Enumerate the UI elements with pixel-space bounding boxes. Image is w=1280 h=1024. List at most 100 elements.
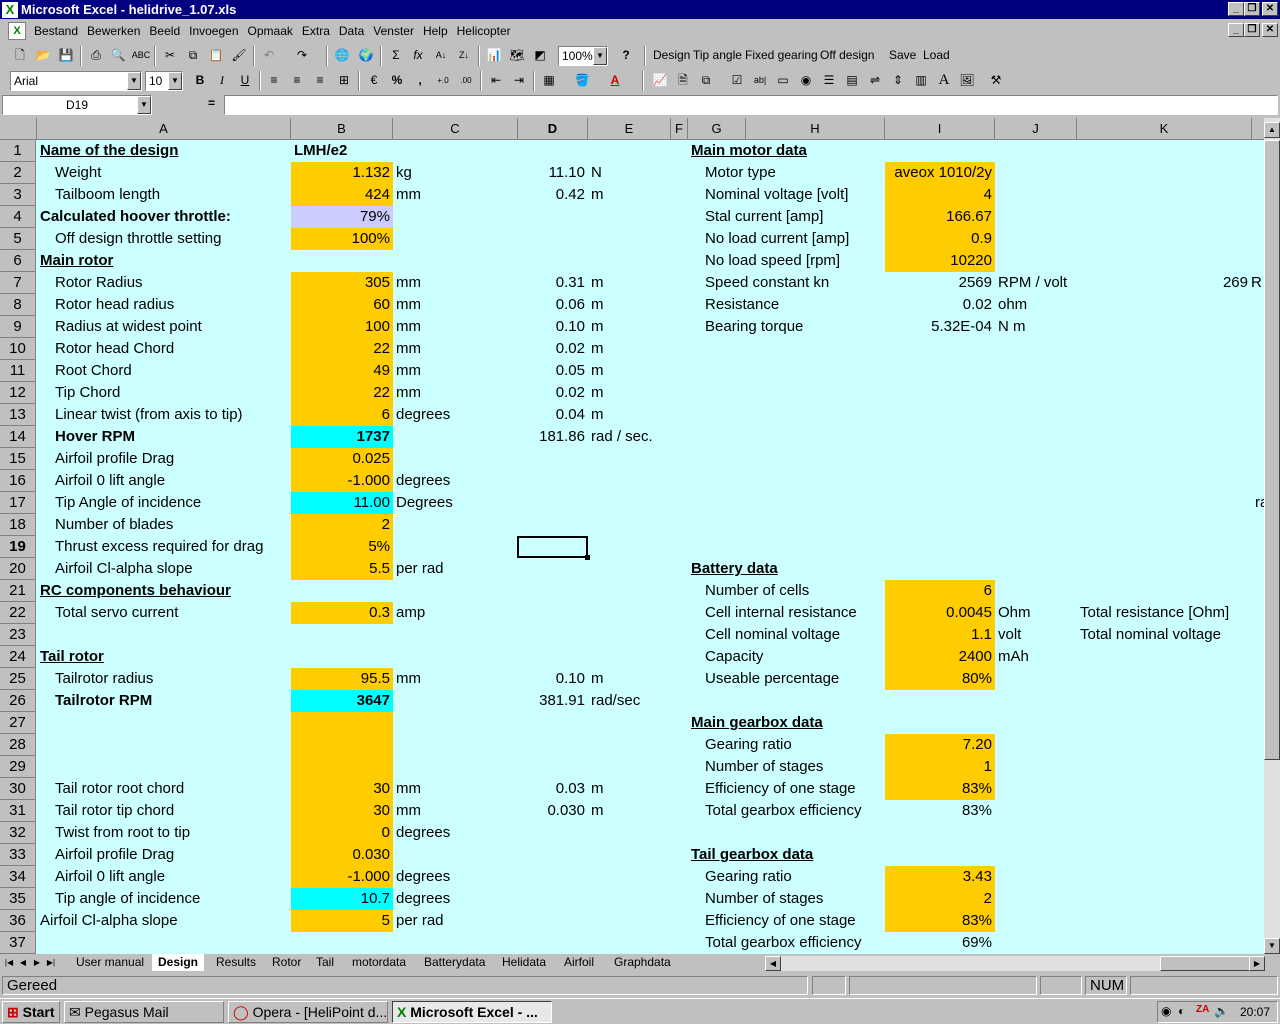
label-control-icon[interactable]: A — [934, 71, 954, 90]
cell-e12[interactable]: m — [588, 382, 671, 404]
scrollbar-control-icon[interactable]: ▥ — [911, 71, 931, 90]
map-icon[interactable]: 🗺 — [507, 46, 527, 65]
font-size-select[interactable]: 10 ▼ — [145, 71, 183, 91]
cell-d8[interactable]: 0.06 — [518, 294, 588, 316]
cell-e31[interactable]: m — [588, 800, 671, 822]
cell-i7[interactable]: 2569 — [885, 272, 995, 294]
cell-c3[interactable]: mm — [393, 184, 518, 206]
cell-b15[interactable]: 0.025 — [291, 448, 393, 470]
cell-b32[interactable]: 0 — [291, 822, 393, 844]
button-control-icon[interactable]: ▭ — [773, 71, 793, 90]
forms-code-icon[interactable]: ⧉ — [696, 71, 716, 90]
cell-d9[interactable]: 0.10 — [518, 316, 588, 338]
macro-off-design-button[interactable]: Off design — [820, 48, 874, 62]
cell-b18[interactable]: 2 — [291, 514, 393, 536]
comma-style-icon[interactable]: , — [410, 71, 430, 90]
cell-e3[interactable]: m — [588, 184, 671, 206]
cell-c10[interactable]: mm — [393, 338, 518, 360]
cell-e26[interactable]: rad/sec — [588, 690, 671, 712]
start-button[interactable]: ⊞ Start — [2, 1001, 60, 1023]
cell-b25[interactable]: 95.5 — [291, 668, 393, 690]
option-button-icon[interactable]: ◉ — [796, 71, 816, 90]
cell-a20[interactable]: Airfoil Cl-alpha slope — [52, 558, 291, 580]
cell-h29[interactable]: Number of stages — [702, 756, 885, 778]
doc-restore-icon[interactable]: ❐ — [1244, 23, 1260, 37]
cell-c16[interactable]: degrees — [393, 470, 518, 492]
cell-h7[interactable]: Speed constant kn — [702, 272, 885, 294]
merge-center-icon[interactable]: ⊞ — [334, 71, 354, 90]
cell-a5[interactable]: Off design throttle setting — [52, 228, 291, 250]
menu-extra[interactable]: Extra — [298, 24, 335, 38]
cell-d25[interactable]: 0.10 — [518, 668, 588, 690]
column-header-e[interactable]: E — [588, 118, 671, 140]
tab-tail[interactable]: Tail — [310, 954, 340, 971]
cell-c2[interactable]: kg — [393, 162, 518, 184]
cell-j7[interactable]: RPM / volt — [995, 272, 1077, 294]
cell-b20[interactable]: 5.5 — [291, 558, 393, 580]
network-icon[interactable]: ◉ — [1161, 1004, 1171, 1018]
menu-venster[interactable]: Venster — [369, 24, 419, 38]
speaker-icon[interactable]: 🔈 — [1214, 1004, 1229, 1018]
cell-i23[interactable]: 1.1 — [885, 624, 995, 646]
cell-c13[interactable]: degrees — [393, 404, 518, 426]
cell-a11[interactable]: Root Chord — [52, 360, 291, 382]
cell-e30[interactable]: m — [588, 778, 671, 800]
chevron-down-icon[interactable]: ▼ — [168, 72, 182, 90]
cell-c30[interactable]: mm — [393, 778, 518, 800]
cell-b19[interactable]: 5% — [291, 536, 393, 558]
first-sheet-icon[interactable]: |◀ — [2, 956, 16, 970]
macro-fixed-gearing-button[interactable]: Fixed gearing — [745, 48, 818, 62]
doc-minimize-icon[interactable]: _ — [1228, 23, 1244, 37]
row-header-10[interactable]: 10 — [0, 338, 36, 360]
chart-wizard-icon[interactable]: 📊 — [484, 46, 504, 65]
row-header-33[interactable]: 33 — [0, 844, 36, 866]
cell-a19[interactable]: Thrust excess required for drag — [52, 536, 291, 558]
decrease-indent-icon[interactable]: ⇤ — [486, 71, 506, 90]
sort-descending-icon[interactable]: Z↓ — [454, 46, 474, 65]
cell-i34[interactable]: 3.43 — [885, 866, 995, 888]
next-sheet-icon[interactable]: ▶ — [30, 956, 44, 970]
cell-c9[interactable]: mm — [393, 316, 518, 338]
cell-b31[interactable]: 30 — [291, 800, 393, 822]
cell-i36[interactable]: 83% — [885, 910, 995, 932]
tab-motordata[interactable]: motordata — [346, 954, 412, 971]
cell-h30[interactable]: Efficiency of one stage — [702, 778, 885, 800]
cell-e14[interactable]: rad / sec. — [588, 426, 671, 448]
undo-icon[interactable]: ↶ — [259, 46, 279, 65]
chevron-down-icon[interactable]: ▼ — [593, 47, 607, 65]
tab-helidata[interactable]: Helidata — [496, 954, 552, 971]
row-header-36[interactable]: 36 — [0, 910, 36, 932]
task-microsoft-excel[interactable]: X Microsoft Excel - ... — [392, 1001, 552, 1023]
formula-input[interactable] — [224, 95, 1278, 115]
cell-d3[interactable]: 0.42 — [518, 184, 588, 206]
sort-ascending-icon[interactable]: A↓ — [431, 46, 451, 65]
cell-h6[interactable]: No load speed [rpm] — [702, 250, 885, 272]
cell-a22[interactable]: Total servo current — [52, 602, 291, 624]
cell-i28[interactable]: 7.20 — [885, 734, 995, 756]
scroll-left-icon[interactable]: ◀ — [765, 956, 781, 971]
redo-icon[interactable]: ↷ — [292, 46, 312, 65]
cell-c20[interactable]: per rad — [393, 558, 518, 580]
cell-c17[interactable]: Degrees — [393, 492, 518, 514]
menu-opmaak[interactable]: Opmaak — [244, 24, 298, 38]
align-left-icon[interactable]: ≡ — [264, 71, 284, 90]
cell-h31[interactable]: Total gearbox efficiency — [702, 800, 885, 822]
cell-i2[interactable]: aveox 1010/2y — [885, 162, 995, 184]
cell-h3[interactable]: Nominal voltage [volt] — [702, 184, 885, 206]
row-header-29[interactable]: 29 — [0, 756, 36, 778]
cell-d2[interactable]: 11.10 — [518, 162, 588, 184]
save-icon[interactable]: 💾 — [56, 46, 76, 65]
cell-b12[interactable]: 22 — [291, 382, 393, 404]
currency-icon[interactable]: € — [364, 71, 384, 90]
cell-c35[interactable]: degrees — [393, 888, 518, 910]
cell-j22[interactable]: Ohm — [995, 602, 1077, 624]
open-icon[interactable]: 📂 — [33, 46, 53, 65]
task-pegasus-mail[interactable]: ✉ Pegasus Mail — [64, 1001, 224, 1023]
tab-airfoil[interactable]: Airfoil — [558, 954, 600, 971]
combobox-control-icon[interactable]: ▤ — [842, 71, 862, 90]
cell-b11[interactable]: 49 — [291, 360, 393, 382]
row-header-2[interactable]: 2 — [0, 162, 36, 184]
row-header-6[interactable]: 6 — [0, 250, 36, 272]
cell-d10[interactable]: 0.02 — [518, 338, 588, 360]
cell-d12[interactable]: 0.02 — [518, 382, 588, 404]
